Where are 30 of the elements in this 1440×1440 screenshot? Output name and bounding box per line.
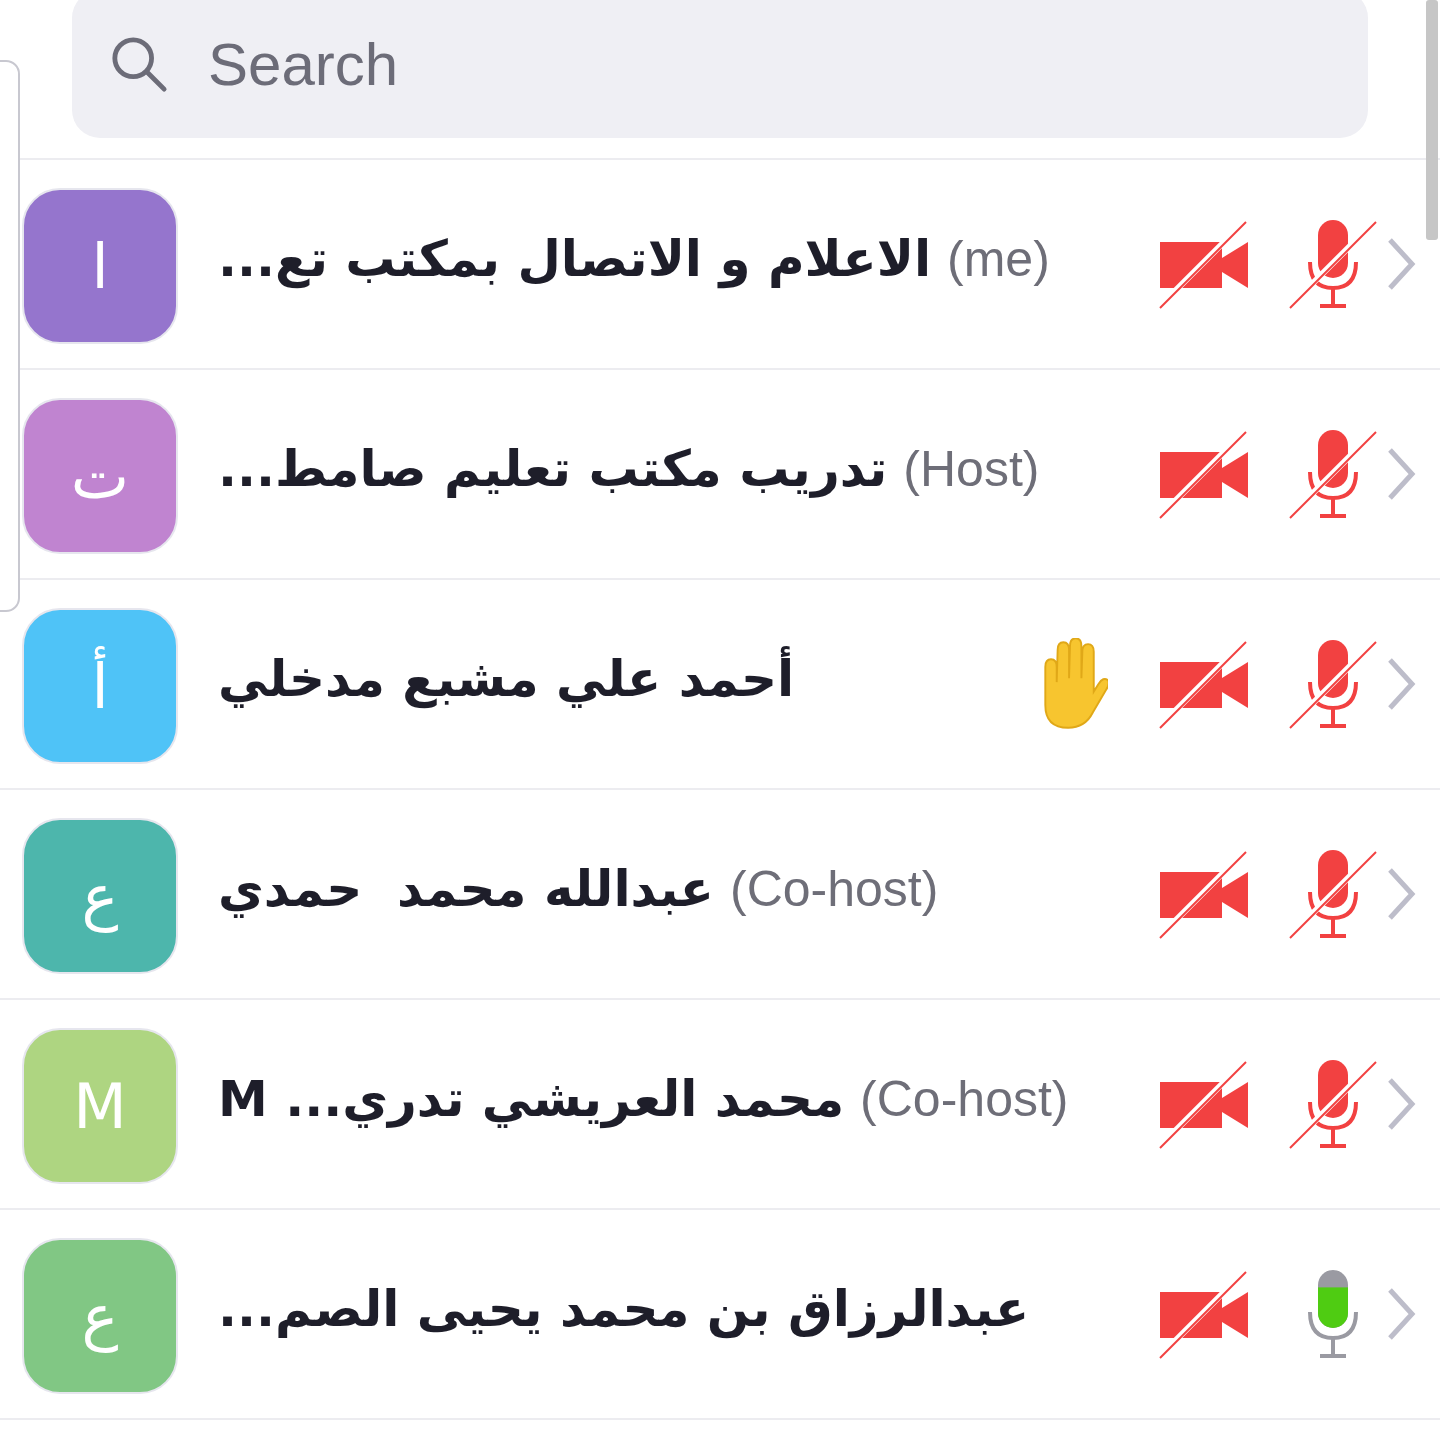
search-icon [110,35,168,93]
mic-muted-icon[interactable] [1288,848,1378,940]
video-off-icon[interactable] [1158,848,1250,940]
participant-role: (me) [947,230,1050,288]
participant-name: الاعلام و الاتصال بمكتب تع... [218,230,932,288]
mic-muted-icon[interactable] [1288,638,1378,730]
search-field[interactable]: Search [208,29,1330,99]
avatar: ع [22,818,178,974]
participant-name: عبدالرزاق بن محمد يحيى الصم... [218,1280,1030,1338]
avatar: ا [22,188,178,344]
video-off-icon[interactable] [1158,218,1250,310]
participant-name: عبدالله محمد حمدي [218,860,714,918]
video-off-icon[interactable] [1158,1058,1250,1150]
participant-role: (Co-host) [860,1070,1069,1128]
participant-name: تدريب مكتب تعليم صامط... [218,440,888,498]
video-off-icon[interactable] [1158,1268,1250,1360]
mic-muted-icon[interactable] [1288,1058,1378,1150]
search-box[interactable]: Search [72,0,1368,138]
mic-muted-icon[interactable] [1288,428,1378,520]
avatar: أ [22,608,178,764]
participant-role: (Host) [903,440,1040,498]
avatar: M [22,1028,178,1184]
avatar: ت [22,398,178,554]
mic-muted-icon[interactable] [1288,218,1378,310]
video-off-icon[interactable] [1158,638,1250,730]
scrollbar[interactable] [1426,0,1438,240]
avatar: ع [22,1238,178,1394]
participant-name: محمد العريشي تدري... M [218,1070,845,1128]
video-off-icon[interactable] [1158,428,1250,520]
participant-role: (Co-host) [730,860,939,918]
